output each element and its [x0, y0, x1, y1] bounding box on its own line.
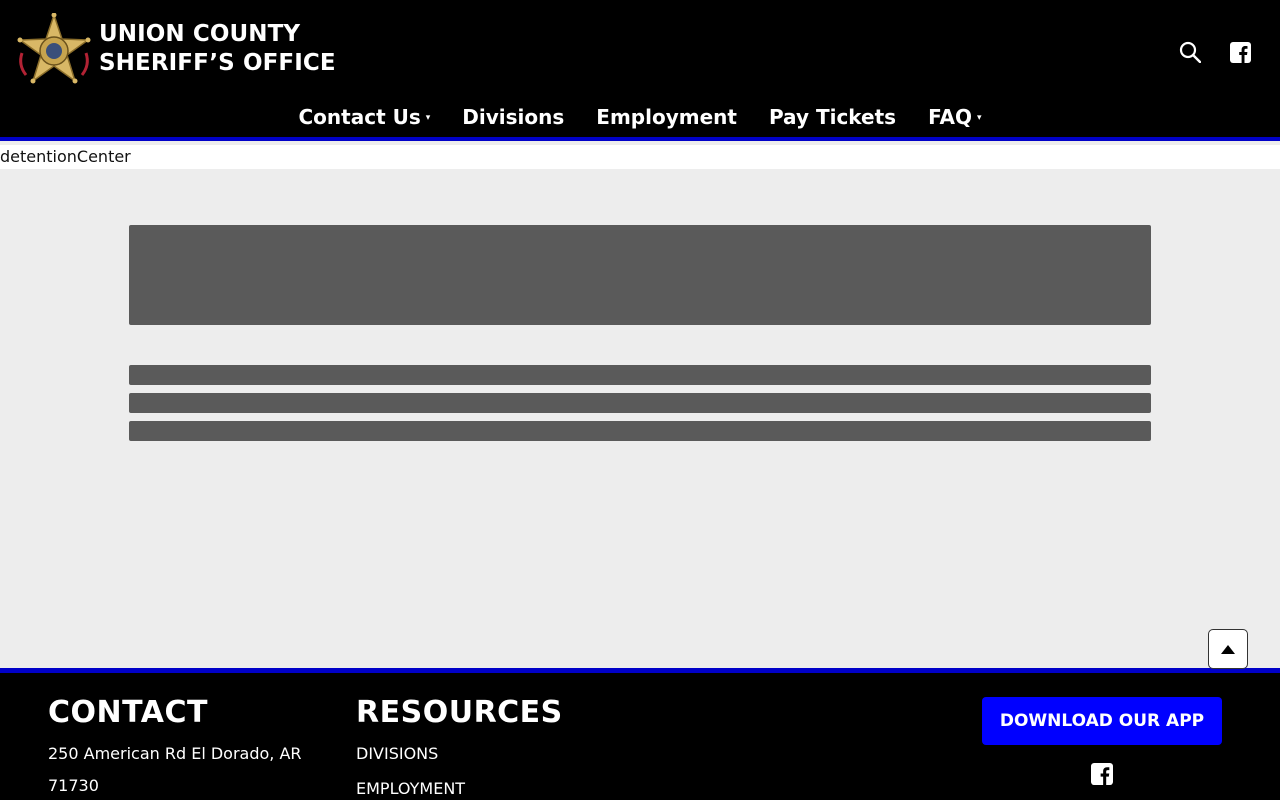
breadcrumb: detentionCenter [0, 145, 1280, 169]
footer-resources-list: DIVISIONS EMPLOYMENT [356, 744, 563, 798]
chevron-down-icon: ▾ [976, 113, 982, 123]
main-nav: Contact Us ▾ Divisions Employment Pay Ti… [0, 105, 1280, 129]
facebook-icon[interactable] [1228, 40, 1252, 64]
download-app-button[interactable]: DOWNLOAD OUR APP [982, 697, 1222, 745]
chevron-down-icon: ▾ [425, 113, 431, 123]
nav-item-employment[interactable]: Employment [596, 105, 737, 129]
footer-link-divisions[interactable]: DIVISIONS [356, 744, 563, 763]
nav-item-label: Contact Us [298, 105, 421, 129]
header-icons [1178, 40, 1252, 64]
nav-item-pay-tickets[interactable]: Pay Tickets [769, 105, 896, 129]
facebook-icon[interactable] [1091, 763, 1113, 785]
loading-placeholder-banner [129, 225, 1151, 325]
footer-link-employment[interactable]: EMPLOYMENT [356, 779, 563, 798]
arrow-up-icon [1221, 644, 1235, 654]
page: UNION COUNTY SHERIFF’S OFFICE Contact Us [0, 0, 1280, 800]
brand-line-1: UNION COUNTY [99, 21, 301, 47]
nav-item-contact-us[interactable]: Contact Us ▾ [299, 105, 431, 129]
nav-item-label: Employment [596, 105, 737, 129]
footer-resources-heading: RESOURCES [356, 695, 563, 730]
search-icon[interactable] [1178, 40, 1202, 64]
nav-item-label: Divisions [462, 105, 565, 129]
site-brand[interactable]: UNION COUNTY SHERIFF’S OFFICE [99, 20, 336, 78]
breadcrumb-text: detentionCenter [0, 147, 131, 166]
address-line-1: 250 American Rd El Dorado, AR [48, 744, 302, 763]
back-to-top-button[interactable] [1208, 629, 1248, 669]
loading-placeholder-line [129, 365, 1151, 385]
nav-item-divisions[interactable]: Divisions [462, 105, 564, 129]
brand-line-2: SHERIFF’S OFFICE [99, 50, 336, 76]
site-header: UNION COUNTY SHERIFF’S OFFICE Contact Us [0, 0, 1280, 141]
footer-contact-heading: CONTACT [48, 695, 208, 730]
footer-resources: RESOURCES DIVISIONS EMPLOYMENT [356, 695, 563, 800]
site-footer: CONTACT 250 American Rd El Dorado, AR 71… [0, 668, 1280, 800]
footer-contact: CONTACT 250 American Rd El Dorado, AR 71… [48, 695, 302, 800]
sheriff-badge-logo[interactable] [16, 13, 92, 89]
nav-item-label: FAQ [928, 105, 972, 129]
nav-item-label: Pay Tickets [768, 105, 897, 129]
loading-placeholder-line [129, 393, 1151, 413]
loading-placeholder-line [129, 421, 1151, 441]
nav-item-faq[interactable]: FAQ ▾ [928, 105, 981, 129]
footer-address: 250 American Rd El Dorado, AR 71730 [48, 738, 302, 800]
address-line-2: 71730 [48, 776, 99, 795]
